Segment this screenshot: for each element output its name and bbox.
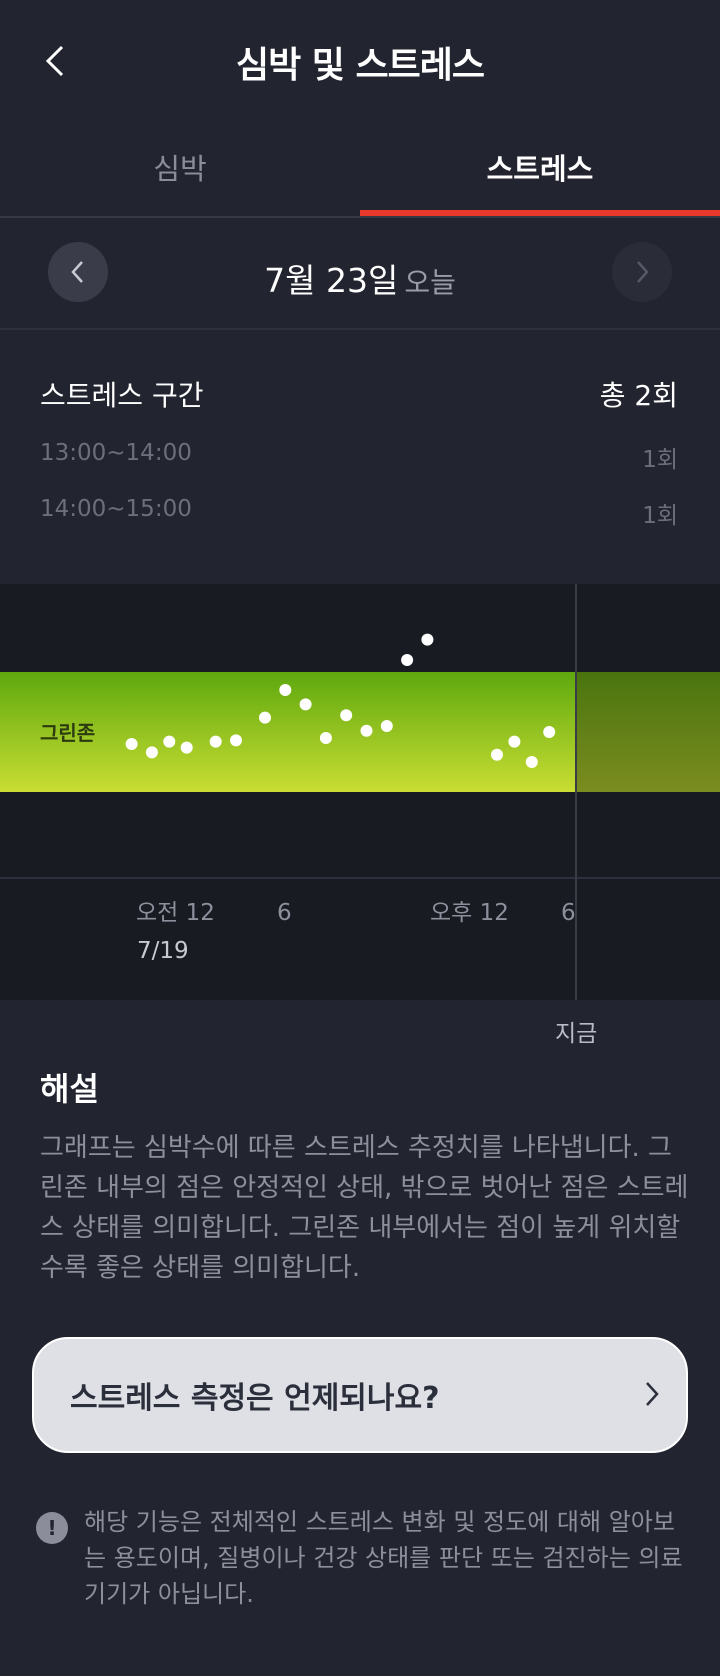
next-day-button[interactable] [612, 242, 672, 302]
chevron-right-icon [637, 261, 649, 283]
date-navigator: 7월 23일 오늘 [0, 218, 720, 330]
date-value: 7월 23일 [264, 261, 399, 300]
data-point [508, 735, 521, 748]
x-tick-label: 오전 12 [136, 900, 215, 926]
exclamation-icon: ! [36, 1512, 68, 1544]
interval-count: 1회 [642, 503, 678, 529]
page-title: 심박 및 스트레스 [236, 45, 485, 86]
data-point [340, 709, 353, 722]
disclaimer-text: 해당 기능은 전체적인 스트레스 변화 및 정도에 대해 알아보는 용도이며, … [84, 1508, 683, 1608]
data-point [525, 756, 538, 768]
active-tab-indicator [360, 210, 720, 216]
data-point [360, 724, 373, 737]
commentary-title: 해설 [40, 1070, 99, 1108]
data-point [279, 684, 292, 696]
tab-heart-rate[interactable]: 심박 [0, 146, 360, 188]
tab-stress[interactable]: 스트레스 [360, 146, 720, 188]
future-overlay [576, 672, 720, 792]
interval-count: 1회 [642, 447, 678, 473]
x-tick-label: 6 [277, 900, 292, 926]
data-point [543, 726, 556, 738]
interval-time: 13:00~14:00 [40, 440, 192, 466]
stress-chart-svg: 그린존 오전 12 6 오후 12 6 7/19 [0, 584, 720, 1000]
data-point [299, 698, 312, 711]
data-point [319, 732, 332, 744]
data-point [145, 746, 158, 759]
green-zone-label: 그린존 [40, 721, 95, 745]
data-point [209, 735, 222, 748]
app-header: 심박 및 스트레스 [0, 0, 720, 120]
x-tick-label: 6 [561, 900, 576, 926]
stress-summary-title: 스트레스 구간 [40, 379, 204, 412]
data-point [401, 654, 414, 666]
x-date-label: 7/19 [137, 938, 189, 964]
data-point [259, 711, 271, 724]
data-point [180, 741, 193, 754]
faq-button-label: 스트레스 측정은 언제되나요? [70, 1381, 440, 1416]
data-point [163, 735, 176, 748]
disclaimer: ! 해당 기능은 전체적인 스트레스 변화 및 정도에 대해 알아보는 용도이며… [36, 1504, 686, 1612]
stress-interval-row: 13:00~14:00 1회 [40, 440, 678, 474]
data-point [230, 734, 242, 747]
date-today-label: 오늘 [404, 266, 456, 299]
data-point [421, 633, 434, 646]
commentary-section: 해설 그래프는 심박수에 따른 스트레스 추정치를 나타냅니다. 그린존 내부의… [40, 1064, 690, 1288]
x-tick-label: 오후 12 [430, 900, 509, 926]
data-point [125, 738, 138, 750]
stress-interval-row: 14:00~15:00 1회 [40, 496, 678, 530]
stress-summary-total: 총 2회 [599, 379, 678, 412]
data-point [380, 720, 393, 732]
tab-bar: 심박 스트레스 [0, 120, 720, 218]
chevron-right-icon [646, 1382, 659, 1406]
data-point [491, 748, 503, 761]
stress-chart[interactable]: 그린존 오전 12 6 오후 12 6 7/19 [0, 584, 720, 1000]
stress-measurement-faq-button[interactable]: 스트레스 측정은 언제되나요? [32, 1337, 688, 1453]
interval-time: 14:00~15:00 [40, 496, 192, 522]
now-label: 지금 [555, 1021, 598, 1047]
commentary-body: 그래프는 심박수에 따른 스트레스 추정치를 나타냅니다. 그린존 내부의 점은… [40, 1133, 689, 1283]
stress-summary: 스트레스 구간 총 2회 13:00~14:00 1회 14:00~15:00 … [40, 374, 678, 530]
